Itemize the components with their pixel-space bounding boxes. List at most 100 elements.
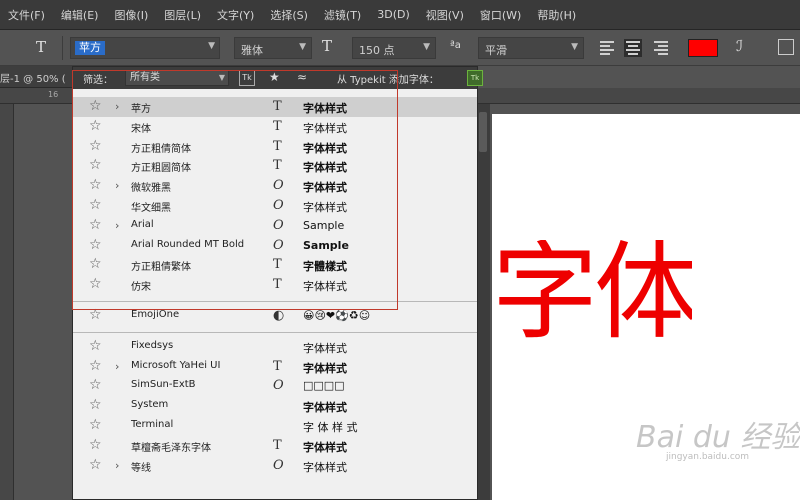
- favorite-star-icon[interactable]: ☆: [89, 417, 102, 434]
- align-left-button[interactable]: [600, 39, 618, 57]
- font-list-item[interactable]: ☆ Terminal 字 体 样 式: [73, 416, 477, 436]
- favorite-star-icon[interactable]: ☆: [89, 197, 102, 214]
- font-name: Terminal: [131, 418, 174, 430]
- font-name: 华文细黑: [131, 202, 171, 214]
- chevron-down-icon: ▼: [423, 42, 430, 52]
- similar-fonts-icon[interactable]: ≈: [297, 70, 307, 84]
- font-list-scrollbar[interactable]: [476, 104, 490, 500]
- menu-item[interactable]: 3D(D): [369, 8, 418, 21]
- menu-item[interactable]: 编辑(E): [53, 7, 107, 23]
- font-list-item[interactable]: ☆ › Microsoft YaHei UI T 字体样式: [73, 357, 477, 377]
- font-list-item[interactable]: ☆ 方正粗倩繁体 T 字體樣式: [73, 255, 477, 275]
- divider: [73, 300, 477, 302]
- favorite-star-icon[interactable]: ☆: [89, 276, 102, 293]
- favorite-star-icon[interactable]: ☆: [89, 118, 102, 135]
- font-name: 宋体: [131, 123, 151, 135]
- favorite-star-icon[interactable]: ☆: [89, 157, 102, 174]
- font-name: SimSun-ExtB: [131, 379, 196, 391]
- warp-text-icon[interactable]: ℐ: [736, 37, 743, 55]
- font-list-item[interactable]: ☆ 方正粗倩简体 T 字体样式: [73, 137, 477, 157]
- font-name: 仿宋: [131, 282, 151, 294]
- favorite-star-icon[interactable]: ☆: [89, 437, 102, 454]
- expand-chevron-icon[interactable]: ›: [115, 177, 119, 194]
- favorite-star-icon[interactable]: ☆: [89, 307, 102, 324]
- menu-item[interactable]: 帮助(H): [529, 7, 584, 23]
- font-name: Fixedsys: [131, 339, 174, 351]
- truetype-icon: T: [273, 158, 282, 174]
- font-list-item[interactable]: ☆ 草檀斋毛泽东字体 T 字体样式: [73, 436, 477, 456]
- options-bar: T 苹方 ▼ 雅体 ▼ T 150 点 ▼ ªa 平滑 ▼ ℐ: [0, 30, 800, 66]
- typekit-button[interactable]: Tk: [467, 70, 483, 86]
- chevron-down-icon: ▼: [218, 73, 225, 82]
- font-list-item[interactable]: ☆ › 等线 O 字体样式: [73, 456, 477, 476]
- show-similar-icon[interactable]: Tk: [239, 70, 255, 86]
- font-name: System: [131, 399, 169, 411]
- font-list-item[interactable]: ☆ 华文细黑 O 字体样式: [73, 196, 477, 216]
- font-name: Arial Rounded MT Bold: [131, 238, 245, 250]
- menu-item[interactable]: 图层(L): [156, 7, 209, 23]
- font-name: Arial: [131, 218, 154, 230]
- expand-chevron-icon[interactable]: ›: [115, 457, 119, 474]
- font-size-select[interactable]: 150 点 ▼: [352, 37, 436, 59]
- character-panel-icon[interactable]: [778, 39, 794, 55]
- menu-item[interactable]: 滤镜(T): [316, 7, 369, 23]
- menu-item[interactable]: 选择(S): [262, 7, 316, 23]
- type-tool-icon[interactable]: T: [36, 38, 46, 56]
- favorite-star-icon[interactable]: ☆: [89, 256, 102, 273]
- menu-bar: 文件(F) 编辑(E) 图像(I) 图层(L) 文字(Y) 选择(S) 滤镜(T) 3D(D)…: [0, 0, 800, 30]
- font-list-item[interactable]: ☆ 方正粗圆简体 T 字体样式: [73, 156, 477, 176]
- menu-item[interactable]: 图像(I): [106, 7, 156, 23]
- ruler-number: 16: [48, 90, 59, 99]
- expand-chevron-icon[interactable]: ›: [115, 358, 119, 375]
- font-name: Microsoft YaHei UI: [131, 359, 221, 371]
- font-filter-bar: 筛选： 所有类 ▼ Tk ★ ≈ 从 Typekit 添加字体： Tk: [73, 67, 483, 89]
- font-list-item[interactable]: ☆ › 苹方 T 字体样式: [73, 97, 477, 117]
- font-family-select[interactable]: 苹方 ▼: [70, 37, 220, 59]
- font-list-item[interactable]: ☆ EmojiOne ◐ 😀😢❤⚽♻☺: [73, 306, 477, 326]
- favorite-star-icon[interactable]: ☆: [89, 457, 102, 474]
- font-sample: □□□□: [303, 379, 345, 393]
- document-tab[interactable]: 层-1 @ 50% (: [0, 66, 76, 88]
- opentype-icon: O: [273, 217, 284, 233]
- font-list-item[interactable]: ☆ Fixedsys 字体样式: [73, 337, 477, 357]
- align-center-button[interactable]: [624, 39, 642, 57]
- favorite-star-icon[interactable]: ☆: [89, 338, 102, 355]
- font-sample: 字体样式: [303, 280, 347, 294]
- font-list-item[interactable]: ☆ 仿宋 T 字体样式: [73, 275, 477, 295]
- font-list-item[interactable]: ☆ SimSun-ExtB O □□□□: [73, 376, 477, 396]
- favorite-star-icon[interactable]: ☆: [89, 377, 102, 394]
- favorite-star-icon[interactable]: ☆: [89, 138, 102, 155]
- font-style-select[interactable]: 雅体 ▼: [234, 37, 312, 59]
- font-list-item[interactable]: ☆ › 微软雅黑 O 字体样式: [73, 176, 477, 196]
- font-sample: 字体样式: [303, 141, 347, 155]
- font-name: 方正粗圆简体: [131, 163, 191, 175]
- font-sample: 字体样式: [303, 181, 347, 195]
- favorite-star-icon[interactable]: ☆: [89, 358, 102, 375]
- filter-value: 所有类: [130, 72, 160, 83]
- menu-item[interactable]: 文字(Y): [209, 7, 262, 23]
- align-right-button[interactable]: [650, 39, 668, 57]
- font-list-item[interactable]: ☆ Arial Rounded MT Bold O Sample: [73, 236, 477, 256]
- favorite-star-icon[interactable]: ☆: [89, 177, 102, 194]
- expand-chevron-icon[interactable]: ›: [115, 217, 119, 234]
- filter-select[interactable]: 所有类 ▼: [125, 70, 229, 86]
- font-list-item[interactable]: ☆ System 字体样式: [73, 396, 477, 416]
- anti-alias-select[interactable]: 平滑 ▼: [478, 37, 584, 59]
- font-sample: Sample: [303, 218, 345, 232]
- favorite-star-icon[interactable]: ☆: [89, 397, 102, 414]
- truetype-icon: T: [273, 138, 282, 154]
- text-color-swatch[interactable]: [688, 39, 718, 57]
- favorite-star-icon[interactable]: ☆: [89, 98, 102, 115]
- menu-item[interactable]: 视图(V): [418, 7, 472, 23]
- scrollbar-thumb[interactable]: [479, 112, 487, 152]
- menu-item[interactable]: 文件(F): [0, 7, 53, 23]
- favorites-star-icon[interactable]: ★: [269, 70, 280, 84]
- font-list-item[interactable]: ☆ › Arial O Sample: [73, 216, 477, 236]
- divider: [73, 331, 477, 333]
- font-list-item[interactable]: ☆ 宋体 T 字体样式: [73, 117, 477, 137]
- favorite-star-icon[interactable]: ☆: [89, 217, 102, 234]
- expand-chevron-icon[interactable]: ›: [115, 98, 119, 115]
- menu-item[interactable]: 窗口(W): [472, 7, 529, 23]
- canvas-text-layer[interactable]: 字体: [492, 240, 692, 346]
- favorite-star-icon[interactable]: ☆: [89, 237, 102, 254]
